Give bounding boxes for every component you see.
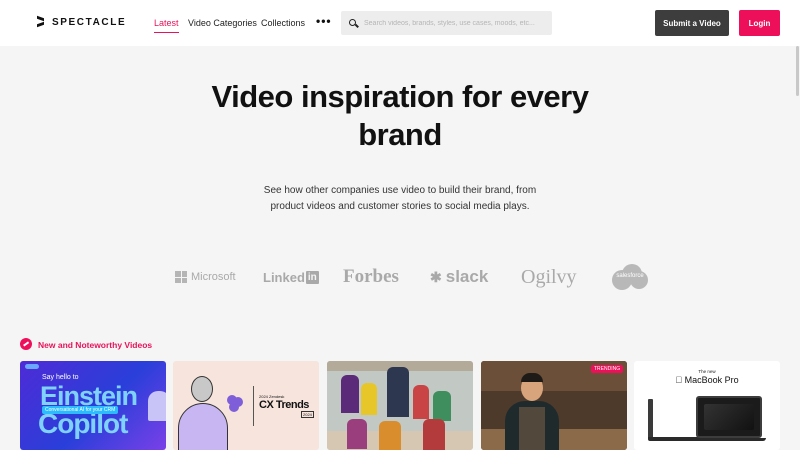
microsoft-icon [175,271,187,283]
video-card[interactable]: Say hello to Einstein Copilot Conversati… [20,361,166,450]
login-button[interactable]: Login [739,10,780,36]
brand-logo-linkedin: Linked in [263,270,319,285]
card-headline: CX Trends [259,399,309,411]
top-nav: SPECTACLE Latest Video Categories Collec… [0,0,800,46]
nav-latest[interactable]: Latest [154,18,179,33]
card-text: Say hello to [42,374,79,381]
nav-collections[interactable]: Collections [261,18,305,28]
card-headline-text: MacBook Pro [679,375,739,385]
logo[interactable]: SPECTACLE [36,16,126,28]
hero-subtitle: See how other companies use video to bui… [263,185,537,212]
laptop-base [692,438,766,441]
dancer-figure [387,367,409,417]
dancer-figure [433,391,451,421]
video-card[interactable]: TRENDING [481,361,627,450]
video-card[interactable] [327,361,473,450]
hero-title: Video inspiration for every brand [211,79,589,152]
dancer-figure [361,383,377,415]
section-title: New and Noteworthy Videos [38,340,153,350]
dancer-figure [347,419,367,449]
scrollbar-thumb[interactable] [796,46,799,96]
nav-video-categories[interactable]: Video Categories [188,18,257,28]
card-headline:  MacBook Pro [634,375,780,385]
dancer-figure [341,375,359,413]
person-illustration [178,403,228,450]
apron-figure [519,407,545,450]
brand-name: slack [445,267,489,286]
brand-name: Microsoft [191,271,236,283]
more-menu-icon[interactable]: ••• [316,14,332,28]
linkedin-in-icon: in [305,271,319,284]
logo-text: SPECTACLE [52,16,127,28]
video-card[interactable]: The new  MacBook Pro [634,361,780,450]
person-head-illustration [191,376,213,402]
brand-logo-slack: ✱ slack [430,267,488,287]
mascot-illustration [148,391,166,421]
spectacle-logo-icon [36,16,46,28]
card-text: 2024 [301,411,314,418]
brand-logo-microsoft: Microsoft [175,271,236,283]
search-icon [349,18,358,28]
brand-logo-ogilvy: Ogilvy [521,266,577,288]
dancer-figure [423,419,445,450]
badge-illustration [25,364,39,369]
laptop-side-illustration [648,399,653,439]
trending-icon [20,338,32,350]
divider [253,386,254,426]
card-text: The new [698,369,716,374]
video-card[interactable]: 2024 Zendesk CX Trends 2024 [173,361,319,450]
scrollbar-track[interactable] [795,46,800,450]
brand-name: salesforce [616,273,644,279]
search-input[interactable] [364,19,544,27]
trending-badge: TRENDING [591,365,624,373]
submit-video-button[interactable]: Submit a Video [655,10,729,36]
flower-illustration [227,395,237,405]
brand-name: Linked [263,270,305,285]
brand-logo-forbes: Forbes [343,266,399,287]
search-bar [341,11,552,35]
laptop-screen-illustration [696,396,762,438]
dancer-figure [413,385,429,419]
brand-logo-salesforce: salesforce [612,264,648,290]
card-text: Conversational AI for your CRM [42,406,119,414]
slack-icon: ✱ [430,268,442,285]
person-hair [521,373,543,382]
dancer-figure [379,421,401,450]
